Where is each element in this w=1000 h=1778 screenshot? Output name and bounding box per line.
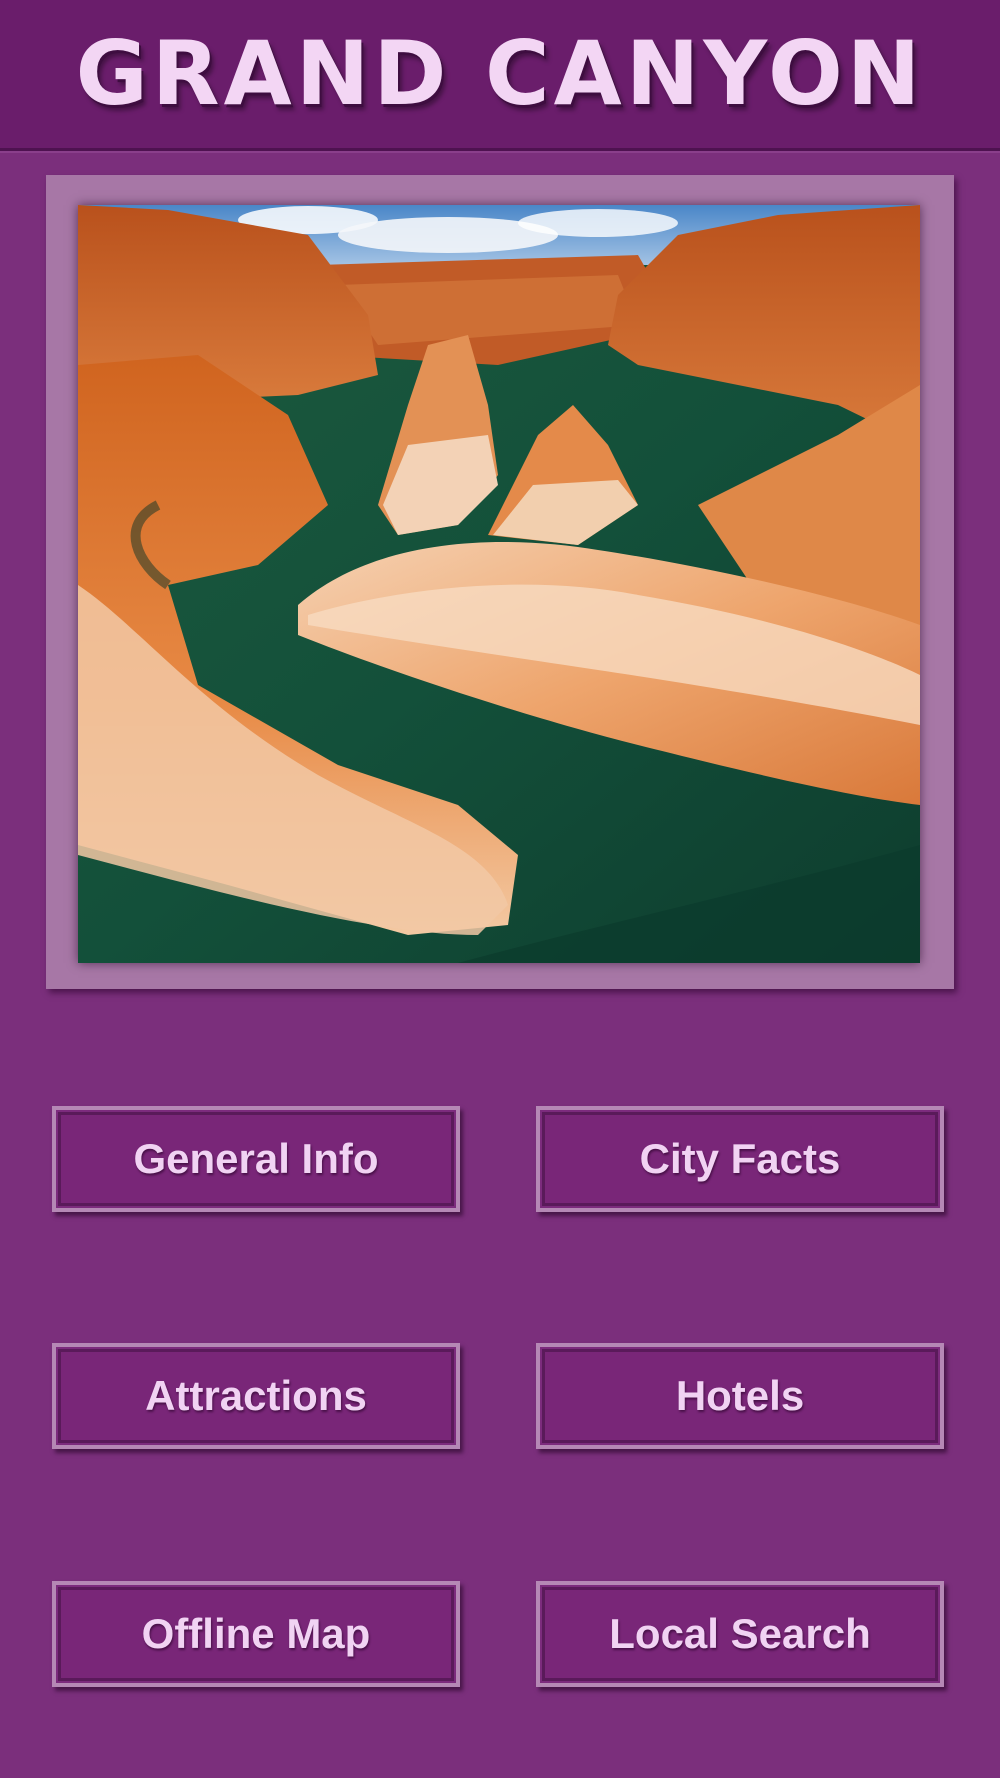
app-title: GRAND CANYON [75,22,925,125]
city-facts-label: City Facts [639,1135,841,1182]
hero-photo [78,205,920,963]
offline-map-label: Offline Map [141,1610,371,1657]
hero-photo-frame [46,175,954,989]
city-facts-button[interactable]: City Facts [536,1106,944,1212]
attractions-button[interactable]: Attractions [52,1343,460,1449]
hotels-button[interactable]: Hotels [536,1343,944,1449]
local-search-button[interactable]: Local Search [536,1581,944,1687]
offline-map-button[interactable]: Offline Map [52,1581,460,1687]
general-info-button[interactable]: General Info [52,1106,460,1212]
general-info-label: General Info [133,1135,379,1182]
app-header: GRAND CANYON [0,0,1000,151]
attractions-label: Attractions [145,1372,367,1419]
local-search-label: Local Search [609,1610,871,1657]
hotels-label: Hotels [675,1372,805,1419]
